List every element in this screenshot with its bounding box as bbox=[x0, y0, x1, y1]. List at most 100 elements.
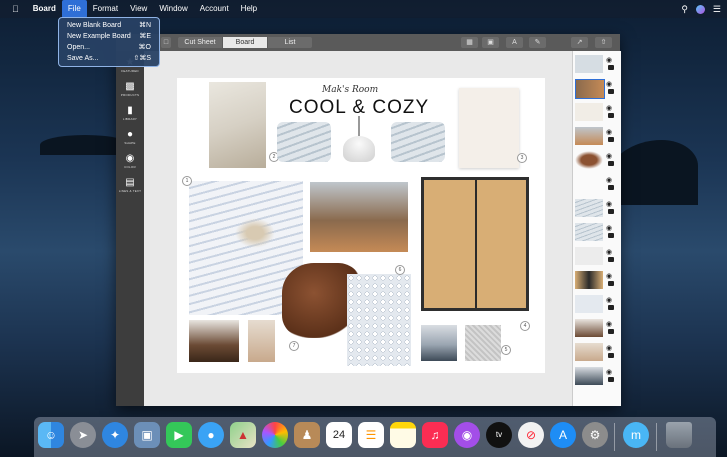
mood-board[interactable]: Mak's Room COOL & COZY 2 3 1 4 6 7 5 bbox=[177, 78, 545, 373]
visibility-eye-icon[interactable]: ◉ bbox=[606, 152, 612, 160]
layer-row[interactable]: ◉ bbox=[575, 54, 619, 74]
fabric-swatch-image[interactable] bbox=[465, 325, 501, 361]
lock-icon[interactable] bbox=[608, 89, 614, 94]
photos-icon[interactable] bbox=[262, 422, 288, 448]
tool-shape[interactable]: ● SHAPE bbox=[116, 129, 144, 145]
menu-window[interactable]: Window bbox=[153, 0, 193, 18]
layer-row[interactable]: ◉ bbox=[575, 222, 619, 242]
menu-view[interactable]: View bbox=[124, 0, 153, 18]
notes-icon[interactable] bbox=[390, 422, 416, 448]
layer-row[interactable]: ◉ bbox=[575, 126, 619, 146]
menu-app-name[interactable]: Board bbox=[27, 0, 62, 18]
menu-item-new-blank-board[interactable]: New Blank Board ⌘N bbox=[59, 20, 159, 31]
lock-icon[interactable] bbox=[608, 281, 614, 286]
bear-figurine-image[interactable] bbox=[189, 320, 239, 362]
apple-icon[interactable]:  bbox=[0, 0, 27, 18]
music-icon[interactable]: ♫ bbox=[422, 422, 448, 448]
lock-icon[interactable] bbox=[608, 353, 614, 358]
sidebar-toggle-icon[interactable]: □ bbox=[161, 37, 171, 48]
expand-icon[interactable]: ↗ bbox=[571, 37, 588, 48]
lock-icon[interactable] bbox=[608, 185, 614, 190]
menu-account[interactable]: Account bbox=[194, 0, 235, 18]
lock-icon[interactable] bbox=[608, 257, 614, 262]
menu-item-save-as[interactable]: Save As... ⇧⌘S bbox=[59, 53, 159, 64]
visibility-eye-icon[interactable]: ◉ bbox=[606, 272, 612, 280]
lock-icon[interactable] bbox=[608, 65, 614, 70]
layer-row[interactable]: ◉ bbox=[575, 318, 619, 338]
app-store-icon[interactable]: A bbox=[550, 422, 576, 448]
tool-lines-text[interactable]: ▤ LINES & TEXT bbox=[116, 177, 144, 193]
lock-icon[interactable] bbox=[608, 137, 614, 142]
tool-products[interactable]: ▩ PRODUCTS bbox=[116, 81, 144, 97]
finder-icon[interactable]: ☺ bbox=[38, 422, 64, 448]
share-icon[interactable]: ⇧ bbox=[595, 37, 612, 48]
news-icon[interactable]: ⊘ bbox=[518, 422, 544, 448]
facetime-icon[interactable]: ▶ bbox=[166, 422, 192, 448]
lock-icon[interactable] bbox=[608, 329, 614, 334]
siri-icon[interactable] bbox=[695, 4, 705, 14]
launchpad-icon[interactable]: ➤ bbox=[70, 422, 96, 448]
notification-center-icon[interactable]: ☰ bbox=[713, 4, 721, 15]
visibility-eye-icon[interactable]: ◉ bbox=[606, 344, 612, 352]
pillow-left-image[interactable] bbox=[277, 122, 331, 162]
grid-view-icon[interactable]: ▦ bbox=[461, 37, 478, 48]
search-icon[interactable]: ⚲ bbox=[681, 4, 688, 15]
layer-row[interactable]: ◉ bbox=[575, 366, 619, 386]
visibility-eye-icon[interactable]: ◉ bbox=[606, 200, 612, 208]
visibility-eye-icon[interactable]: ◉ bbox=[606, 224, 612, 232]
messages-icon[interactable]: ● bbox=[198, 422, 224, 448]
safari-icon[interactable]: ✦ bbox=[102, 422, 128, 448]
tab-list[interactable]: List bbox=[268, 37, 312, 48]
maps-icon[interactable]: ▲ bbox=[230, 422, 256, 448]
visibility-eye-icon[interactable]: ◉ bbox=[606, 176, 612, 184]
menu-item-new-example-board[interactable]: New Example Board ⌘E bbox=[59, 31, 159, 42]
layer-row[interactable]: ◉ bbox=[575, 78, 619, 99]
lock-icon[interactable] bbox=[608, 161, 614, 166]
shelving-unit-image[interactable] bbox=[421, 177, 529, 311]
calendar-icon[interactable]: 24 bbox=[326, 422, 352, 448]
apple-tv-icon[interactable]: tv bbox=[486, 422, 512, 448]
menu-item-open[interactable]: Open... ⌘O bbox=[59, 42, 159, 53]
image-icon[interactable]: ▣ bbox=[482, 37, 499, 48]
lock-icon[interactable] bbox=[608, 233, 614, 238]
pillow-right-image[interactable] bbox=[391, 122, 445, 162]
menu-file[interactable]: File bbox=[61, 0, 87, 18]
daybed-image[interactable] bbox=[310, 182, 408, 252]
visibility-eye-icon[interactable]: ◉ bbox=[606, 368, 612, 376]
visibility-eye-icon[interactable]: ◉ bbox=[606, 80, 612, 88]
visibility-eye-icon[interactable]: ◉ bbox=[606, 296, 612, 304]
tool-color[interactable]: ◉ COLOR bbox=[116, 153, 144, 169]
board-canvas[interactable]: Mak's Room COOL & COZY 2 3 1 4 6 7 5 bbox=[144, 51, 572, 406]
polar-bear-image[interactable] bbox=[209, 82, 266, 168]
system-preferences-icon[interactable]: ⚙ bbox=[582, 422, 608, 448]
text-icon[interactable]: A bbox=[506, 37, 523, 48]
board-app-icon[interactable]: m bbox=[623, 422, 649, 448]
visibility-eye-icon[interactable]: ◉ bbox=[606, 104, 612, 112]
tool-library[interactable]: ▮ LIBRARY bbox=[116, 105, 144, 121]
trash-icon[interactable] bbox=[666, 422, 692, 448]
lock-icon[interactable] bbox=[608, 113, 614, 118]
visibility-eye-icon[interactable]: ◉ bbox=[606, 128, 612, 136]
lock-icon[interactable] bbox=[608, 305, 614, 310]
pendant-lamp-image[interactable] bbox=[358, 116, 360, 136]
lock-icon[interactable] bbox=[608, 209, 614, 214]
sea-photo-image[interactable] bbox=[421, 325, 457, 361]
contacts-icon[interactable]: ♟ bbox=[294, 422, 320, 448]
typography-poster-image[interactable] bbox=[459, 88, 519, 168]
lock-icon[interactable] bbox=[608, 377, 614, 382]
pen-icon[interactable]: ✎ bbox=[529, 37, 546, 48]
visibility-eye-icon[interactable]: ◉ bbox=[606, 248, 612, 256]
menu-help[interactable]: Help bbox=[235, 0, 263, 18]
podcasts-icon[interactable]: ◉ bbox=[454, 422, 480, 448]
layer-row[interactable]: ◉ bbox=[575, 174, 619, 194]
visibility-eye-icon[interactable]: ◉ bbox=[606, 56, 612, 64]
coral-image[interactable] bbox=[248, 320, 275, 362]
tab-cut-sheet[interactable]: Cut Sheet bbox=[178, 37, 222, 48]
visibility-eye-icon[interactable]: ◉ bbox=[606, 320, 612, 328]
tab-board[interactable]: Board bbox=[223, 37, 267, 48]
reminders-icon[interactable]: ☰ bbox=[358, 422, 384, 448]
hexagon-tile-image[interactable] bbox=[347, 274, 411, 366]
layer-row[interactable]: ◉ bbox=[575, 294, 619, 314]
layer-row[interactable]: ◉ bbox=[575, 342, 619, 362]
menu-format[interactable]: Format bbox=[87, 0, 124, 18]
